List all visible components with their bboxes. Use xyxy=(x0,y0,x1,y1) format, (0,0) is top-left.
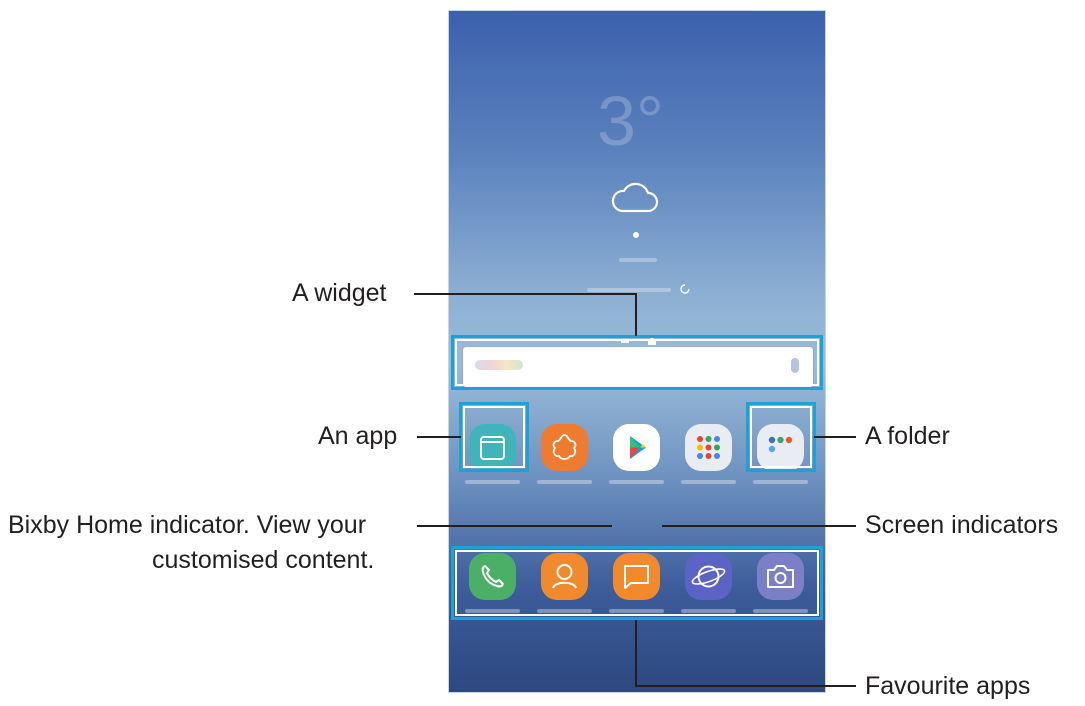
folder-callout-line xyxy=(814,436,856,438)
gallery-icon xyxy=(552,434,577,460)
weather-temperature: 3° xyxy=(597,82,664,160)
widget-label: A widget xyxy=(292,279,387,307)
widget-highlight xyxy=(451,335,823,390)
gallery-app-icon[interactable] xyxy=(537,424,592,484)
app-label xyxy=(753,480,808,484)
bixby-label-line1: Bixby Home indicator. View your xyxy=(8,511,367,539)
app-label xyxy=(465,480,520,484)
widget-callout-line xyxy=(414,293,636,295)
favourite-apps-callout-line xyxy=(635,685,856,687)
location-pin-icon xyxy=(633,232,639,238)
favourite-apps-callout-line-vertical xyxy=(635,620,637,686)
google-folder[interactable] xyxy=(681,424,736,484)
folder-highlight xyxy=(746,402,816,472)
screen-indicators-callout-line xyxy=(662,525,856,527)
folder-label: A folder xyxy=(865,422,950,450)
weather-location-text xyxy=(619,258,657,262)
play-store-icon xyxy=(630,436,646,459)
bixby-callout-line xyxy=(417,525,612,527)
dock-highlight xyxy=(451,546,823,620)
weather-updated-text xyxy=(587,288,671,292)
favourite-apps-label: Favourite apps xyxy=(865,672,1031,700)
play-store-app-icon[interactable] xyxy=(609,424,664,484)
widget-callout-line-vertical xyxy=(635,293,637,336)
app-label-callout: An app xyxy=(318,422,398,450)
app-highlight xyxy=(459,402,529,472)
google-folder-icon xyxy=(697,436,720,459)
refresh-icon[interactable] xyxy=(679,283,691,295)
bixby-label-line2: customised content. xyxy=(152,546,375,574)
app-callout-line xyxy=(417,436,461,438)
app-label xyxy=(609,480,664,484)
app-label xyxy=(537,480,592,484)
screen-indicators-label: Screen indicators xyxy=(865,511,1059,539)
app-label xyxy=(681,480,736,484)
cloud-icon xyxy=(611,182,659,213)
